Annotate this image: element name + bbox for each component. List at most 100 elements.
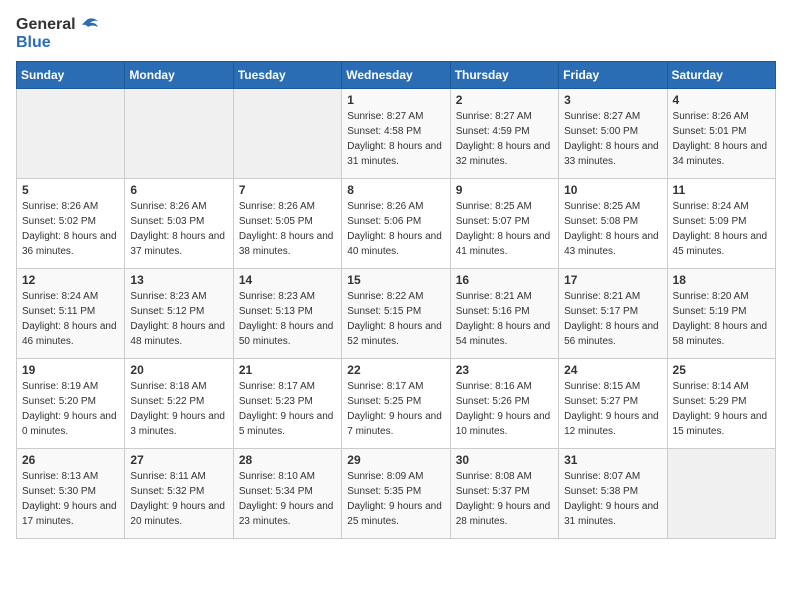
day-number: 4: [673, 93, 770, 107]
day-number: 23: [456, 363, 553, 377]
day-number: 16: [456, 273, 553, 287]
calendar-cell: 2 Sunrise: 8:27 AMSunset: 4:59 PMDayligh…: [450, 89, 558, 179]
calendar-cell: 18 Sunrise: 8:20 AMSunset: 5:19 PMDaylig…: [667, 269, 775, 359]
day-info: Sunrise: 8:07 AMSunset: 5:38 PMDaylight:…: [564, 469, 661, 529]
day-info: Sunrise: 8:27 AMSunset: 4:59 PMDaylight:…: [456, 109, 553, 169]
day-number: 11: [673, 183, 770, 197]
calendar-cell: 1 Sunrise: 8:27 AMSunset: 4:58 PMDayligh…: [342, 89, 450, 179]
calendar-cell: 17 Sunrise: 8:21 AMSunset: 5:17 PMDaylig…: [559, 269, 667, 359]
day-info: Sunrise: 8:23 AMSunset: 5:13 PMDaylight:…: [239, 289, 336, 349]
day-info: Sunrise: 8:13 AMSunset: 5:30 PMDaylight:…: [22, 469, 119, 529]
day-number: 9: [456, 183, 553, 197]
day-number: 5: [22, 183, 119, 197]
logo-bird-icon: [78, 17, 98, 33]
day-info: Sunrise: 8:24 AMSunset: 5:11 PMDaylight:…: [22, 289, 119, 349]
day-number: 30: [456, 453, 553, 467]
day-info: Sunrise: 8:25 AMSunset: 5:07 PMDaylight:…: [456, 199, 553, 259]
day-info: Sunrise: 8:20 AMSunset: 5:19 PMDaylight:…: [673, 289, 770, 349]
day-number: 2: [456, 93, 553, 107]
day-number: 8: [347, 183, 444, 197]
day-info: Sunrise: 8:24 AMSunset: 5:09 PMDaylight:…: [673, 199, 770, 259]
calendar-cell: 9 Sunrise: 8:25 AMSunset: 5:07 PMDayligh…: [450, 179, 558, 269]
day-info: Sunrise: 8:26 AMSunset: 5:01 PMDaylight:…: [673, 109, 770, 169]
day-number: 12: [22, 273, 119, 287]
calendar-cell: 26 Sunrise: 8:13 AMSunset: 5:30 PMDaylig…: [17, 449, 125, 539]
day-info: Sunrise: 8:18 AMSunset: 5:22 PMDaylight:…: [130, 379, 227, 439]
day-info: Sunrise: 8:16 AMSunset: 5:26 PMDaylight:…: [456, 379, 553, 439]
calendar-cell: 29 Sunrise: 8:09 AMSunset: 5:35 PMDaylig…: [342, 449, 450, 539]
logo-general-text: General: [16, 16, 76, 34]
calendar-cell: 21 Sunrise: 8:17 AMSunset: 5:23 PMDaylig…: [233, 359, 341, 449]
day-info: Sunrise: 8:23 AMSunset: 5:12 PMDaylight:…: [130, 289, 227, 349]
calendar-cell: 8 Sunrise: 8:26 AMSunset: 5:06 PMDayligh…: [342, 179, 450, 269]
day-info: Sunrise: 8:25 AMSunset: 5:08 PMDaylight:…: [564, 199, 661, 259]
day-number: 22: [347, 363, 444, 377]
day-number: 20: [130, 363, 227, 377]
calendar-cell: [17, 89, 125, 179]
day-info: Sunrise: 8:26 AMSunset: 5:06 PMDaylight:…: [347, 199, 444, 259]
calendar-cell: 15 Sunrise: 8:22 AMSunset: 5:15 PMDaylig…: [342, 269, 450, 359]
weekday-header-tuesday: Tuesday: [233, 62, 341, 89]
day-info: Sunrise: 8:26 AMSunset: 5:03 PMDaylight:…: [130, 199, 227, 259]
calendar-cell: 13 Sunrise: 8:23 AMSunset: 5:12 PMDaylig…: [125, 269, 233, 359]
logo: General Blue: [16, 16, 98, 51]
day-number: 18: [673, 273, 770, 287]
day-number: 14: [239, 273, 336, 287]
calendar-cell: 5 Sunrise: 8:26 AMSunset: 5:02 PMDayligh…: [17, 179, 125, 269]
day-info: Sunrise: 8:22 AMSunset: 5:15 PMDaylight:…: [347, 289, 444, 349]
logo-blue-text: Blue: [16, 34, 98, 52]
day-info: Sunrise: 8:14 AMSunset: 5:29 PMDaylight:…: [673, 379, 770, 439]
day-number: 3: [564, 93, 661, 107]
calendar-cell: 16 Sunrise: 8:21 AMSunset: 5:16 PMDaylig…: [450, 269, 558, 359]
calendar-cell: [233, 89, 341, 179]
day-info: Sunrise: 8:21 AMSunset: 5:16 PMDaylight:…: [456, 289, 553, 349]
logo-graphic: General Blue: [16, 16, 98, 51]
day-number: 17: [564, 273, 661, 287]
calendar-cell: 27 Sunrise: 8:11 AMSunset: 5:32 PMDaylig…: [125, 449, 233, 539]
day-info: Sunrise: 8:08 AMSunset: 5:37 PMDaylight:…: [456, 469, 553, 529]
calendar-cell: 20 Sunrise: 8:18 AMSunset: 5:22 PMDaylig…: [125, 359, 233, 449]
day-number: 27: [130, 453, 227, 467]
day-number: 31: [564, 453, 661, 467]
day-number: 24: [564, 363, 661, 377]
day-info: Sunrise: 8:27 AMSunset: 5:00 PMDaylight:…: [564, 109, 661, 169]
weekday-header-wednesday: Wednesday: [342, 62, 450, 89]
calendar-cell: 23 Sunrise: 8:16 AMSunset: 5:26 PMDaylig…: [450, 359, 558, 449]
day-number: 7: [239, 183, 336, 197]
weekday-header-sunday: Sunday: [17, 62, 125, 89]
day-info: Sunrise: 8:17 AMSunset: 5:23 PMDaylight:…: [239, 379, 336, 439]
day-info: Sunrise: 8:26 AMSunset: 5:05 PMDaylight:…: [239, 199, 336, 259]
day-info: Sunrise: 8:21 AMSunset: 5:17 PMDaylight:…: [564, 289, 661, 349]
calendar-cell: [667, 449, 775, 539]
calendar-week-5: 26 Sunrise: 8:13 AMSunset: 5:30 PMDaylig…: [17, 449, 776, 539]
day-number: 19: [22, 363, 119, 377]
day-info: Sunrise: 8:26 AMSunset: 5:02 PMDaylight:…: [22, 199, 119, 259]
calendar-table: SundayMondayTuesdayWednesdayThursdayFrid…: [16, 61, 776, 539]
weekday-header-friday: Friday: [559, 62, 667, 89]
calendar-cell: 12 Sunrise: 8:24 AMSunset: 5:11 PMDaylig…: [17, 269, 125, 359]
weekday-header-monday: Monday: [125, 62, 233, 89]
day-info: Sunrise: 8:10 AMSunset: 5:34 PMDaylight:…: [239, 469, 336, 529]
calendar-cell: 10 Sunrise: 8:25 AMSunset: 5:08 PMDaylig…: [559, 179, 667, 269]
day-number: 1: [347, 93, 444, 107]
weekday-header-row: SundayMondayTuesdayWednesdayThursdayFrid…: [17, 62, 776, 89]
calendar-week-4: 19 Sunrise: 8:19 AMSunset: 5:20 PMDaylig…: [17, 359, 776, 449]
header: General Blue: [16, 16, 776, 51]
day-info: Sunrise: 8:27 AMSunset: 4:58 PMDaylight:…: [347, 109, 444, 169]
calendar-cell: 19 Sunrise: 8:19 AMSunset: 5:20 PMDaylig…: [17, 359, 125, 449]
calendar-cell: 30 Sunrise: 8:08 AMSunset: 5:37 PMDaylig…: [450, 449, 558, 539]
day-number: 10: [564, 183, 661, 197]
day-number: 6: [130, 183, 227, 197]
calendar-week-1: 1 Sunrise: 8:27 AMSunset: 4:58 PMDayligh…: [17, 89, 776, 179]
calendar-cell: 25 Sunrise: 8:14 AMSunset: 5:29 PMDaylig…: [667, 359, 775, 449]
day-number: 15: [347, 273, 444, 287]
day-number: 29: [347, 453, 444, 467]
day-number: 13: [130, 273, 227, 287]
calendar-cell: 6 Sunrise: 8:26 AMSunset: 5:03 PMDayligh…: [125, 179, 233, 269]
calendar-cell: [125, 89, 233, 179]
calendar-week-3: 12 Sunrise: 8:24 AMSunset: 5:11 PMDaylig…: [17, 269, 776, 359]
day-info: Sunrise: 8:19 AMSunset: 5:20 PMDaylight:…: [22, 379, 119, 439]
day-info: Sunrise: 8:11 AMSunset: 5:32 PMDaylight:…: [130, 469, 227, 529]
calendar-week-2: 5 Sunrise: 8:26 AMSunset: 5:02 PMDayligh…: [17, 179, 776, 269]
calendar-cell: 11 Sunrise: 8:24 AMSunset: 5:09 PMDaylig…: [667, 179, 775, 269]
